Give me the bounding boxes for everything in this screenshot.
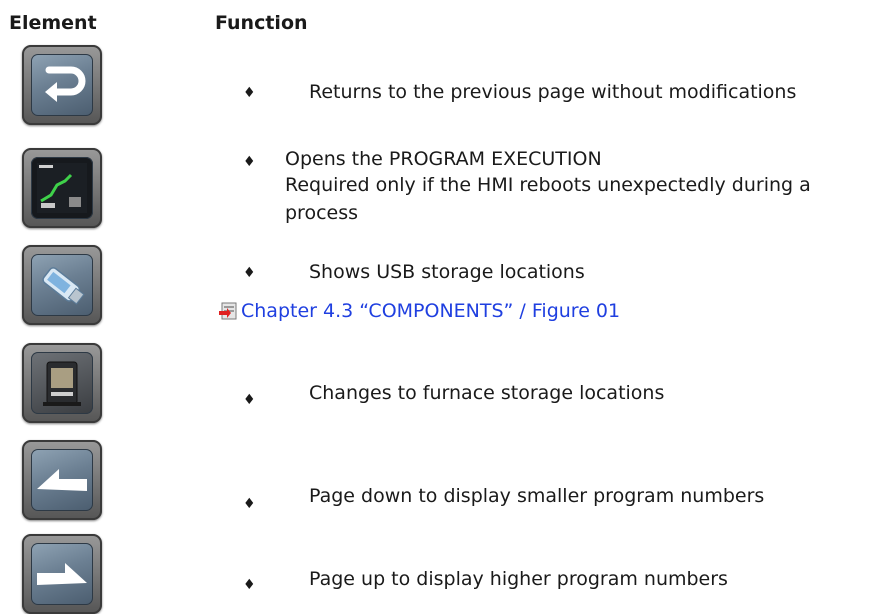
- program-execution-button[interactable]: [22, 148, 102, 228]
- document-link-icon: [219, 302, 237, 320]
- program-execution-line-1: Opens the PROGRAM EXECUTION: [285, 148, 602, 170]
- page-up-description: Page up to display higher program number…: [309, 568, 728, 590]
- usb-storage-description: Shows USB storage locations: [309, 261, 585, 283]
- program-execution-icon: [31, 157, 93, 219]
- page-up-button[interactable]: [22, 534, 102, 614]
- bullet: ♦: [243, 392, 256, 408]
- furnace-icon: [31, 352, 93, 414]
- page-down-button[interactable]: [22, 440, 102, 520]
- chapter-reference-link-group: Chapter 4.3 “COMPONENTS” / Figure 01: [219, 300, 620, 322]
- page-down-arrow-icon: [31, 449, 93, 511]
- usb-storage-button[interactable]: [22, 245, 102, 325]
- page-up-arrow-icon: [31, 543, 93, 605]
- program-execution-line-3: process: [285, 202, 359, 224]
- function-column-header: Function: [215, 12, 308, 34]
- element-column-header: Element: [9, 12, 97, 34]
- bullet: ♦: [243, 496, 256, 512]
- bullet: ♦: [243, 577, 256, 593]
- bullet: ♦: [243, 154, 256, 170]
- furnace-storage-button[interactable]: [22, 343, 102, 423]
- return-button[interactable]: [22, 45, 102, 125]
- return-arrow-icon: [31, 54, 93, 116]
- furnace-storage-description: Changes to furnace storage locations: [309, 382, 665, 404]
- bullet: ♦: [243, 265, 256, 281]
- usb-stick-icon: [31, 254, 93, 316]
- program-execution-line-2: Required only if the HMI reboots unexpec…: [285, 174, 811, 196]
- bullet: ♦: [243, 85, 256, 101]
- chapter-reference-link[interactable]: Chapter 4.3 “COMPONENTS” / Figure 01: [241, 300, 620, 322]
- page-down-description: Page down to display smaller program num…: [309, 485, 765, 507]
- return-description: Returns to the previous page without mod…: [309, 81, 797, 103]
